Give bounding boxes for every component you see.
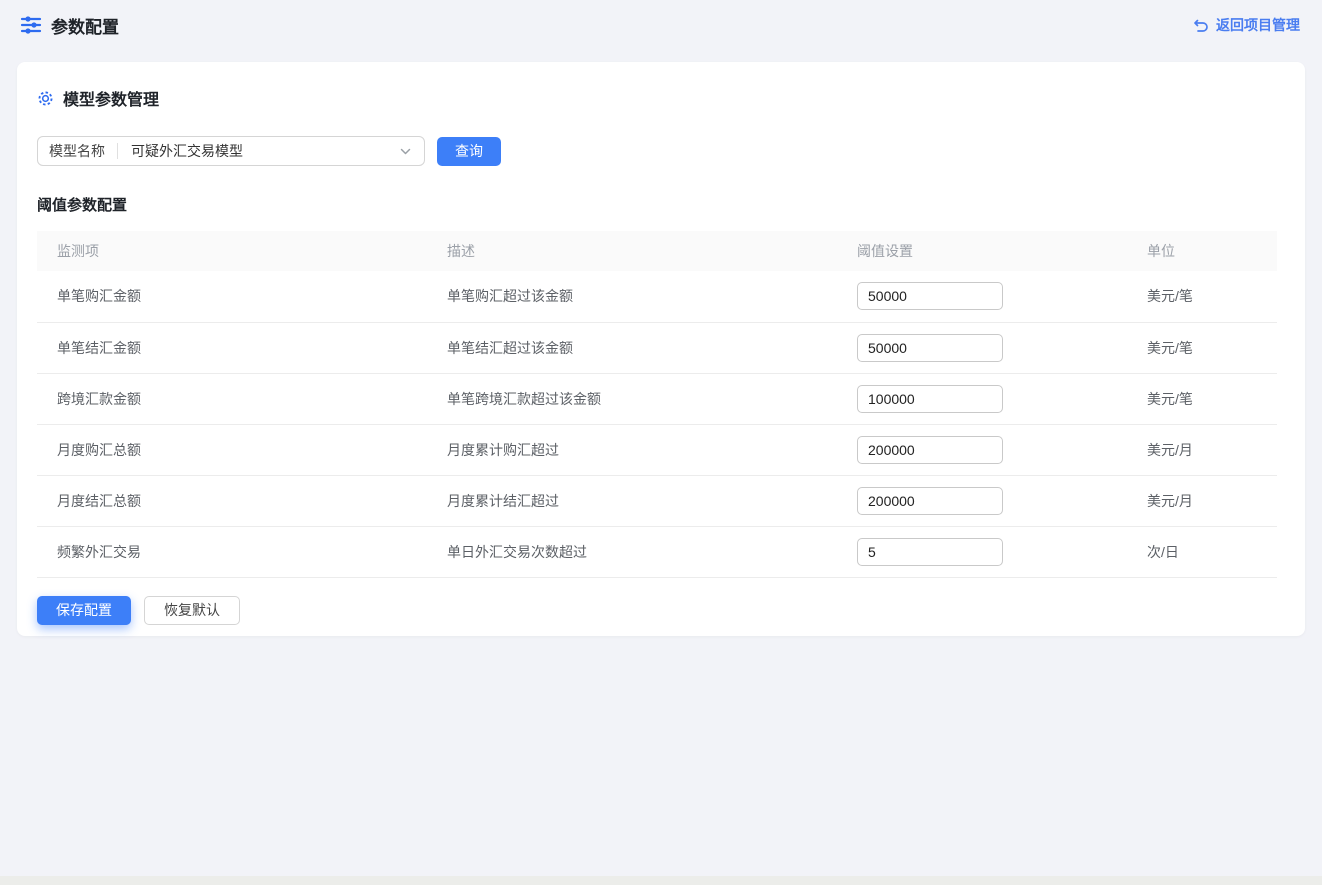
model-name-select[interactable]: 模型名称 可疑外汇交易模型 [37,136,425,166]
description-cell: 单日外汇交易次数超过 [427,526,837,577]
unit-cell: 美元/月 [1127,475,1277,526]
table-row: 月度结汇总额 月度累计结汇超过 美元/月 [37,475,1277,526]
unit-cell: 美元/月 [1127,424,1277,475]
description-cell: 单笔结汇超过该金额 [427,322,837,373]
monitor-item-cell: 频繁外汇交易 [37,526,427,577]
threshold-input[interactable] [857,385,1003,413]
description-cell: 单笔跨境汇款超过该金额 [427,373,837,424]
table-row: 月度购汇总额 月度累计购汇超过 美元/月 [37,424,1277,475]
column-header-threshold: 阈值设置 [837,231,1127,271]
threshold-input[interactable] [857,538,1003,566]
unit-cell: 次/日 [1127,526,1277,577]
threshold-input[interactable] [857,436,1003,464]
description-cell: 月度累计购汇超过 [427,424,837,475]
unit-cell: 美元/笔 [1127,322,1277,373]
back-to-project-link[interactable]: 返回项目管理 [1193,15,1300,35]
gear-icon [37,90,54,107]
return-arrow-icon [1193,17,1209,33]
page-title: 参数配置 [51,13,119,38]
threshold-input[interactable] [857,282,1003,310]
table-row: 跨境汇款金额 单笔跨境汇款超过该金额 美元/笔 [37,373,1277,424]
monitor-item-cell: 跨境汇款金额 [37,373,427,424]
monitor-item-cell: 月度结汇总额 [37,475,427,526]
restore-default-button[interactable]: 恢复默认 [144,596,240,625]
section-title: 模型参数管理 [63,86,159,110]
description-cell: 单笔购汇超过该金额 [427,271,837,322]
table-header-row: 监测项 描述 阈值设置 单位 [37,231,1277,271]
table-row: 单笔结汇金额 单笔结汇超过该金额 美元/笔 [37,322,1277,373]
monitor-item-cell: 单笔购汇金额 [37,271,427,322]
model-parameter-card: 模型参数管理 模型名称 可疑外汇交易模型 查询 阈值参数配置 监测项 [17,62,1305,636]
monitor-item-cell: 单笔结汇金额 [37,322,427,373]
description-cell: 月度累计结汇超过 [427,475,837,526]
threshold-section-title: 阈值参数配置 [37,194,1285,215]
column-header-unit: 单位 [1127,231,1277,271]
unit-cell: 美元/笔 [1127,373,1277,424]
unit-cell: 美元/笔 [1127,271,1277,322]
model-select-value: 可疑外汇交易模型 [118,141,399,161]
monitor-item-cell: 月度购汇总额 [37,424,427,475]
threshold-input[interactable] [857,334,1003,362]
table-row: 频繁外汇交易 单日外汇交易次数超过 次/日 [37,526,1277,577]
table-row: 单笔购汇金额 单笔购汇超过该金额 美元/笔 [37,271,1277,322]
threshold-table: 监测项 描述 阈值设置 单位 单笔购汇金额 单笔购汇超过该金额 美元/笔 单笔结… [37,231,1277,578]
sliders-icon [20,14,42,36]
threshold-input[interactable] [857,487,1003,515]
page-header: 参数配置 返回项目管理 [0,0,1322,50]
model-select-label: 模型名称 [38,141,117,161]
save-config-button[interactable]: 保存配置 [37,596,131,625]
chevron-down-icon [399,145,412,158]
column-header-description: 描述 [427,231,837,271]
controls-row: 模型名称 可疑外汇交易模型 查询 [37,136,1285,166]
column-header-item: 监测项 [37,231,427,271]
query-button[interactable]: 查询 [437,137,501,166]
section-header: 模型参数管理 [37,86,1285,110]
page: 参数配置 返回项目管理 模型参数管理 模型名称 [0,0,1322,885]
bottom-edge-strip [0,876,1322,885]
back-link-label: 返回项目管理 [1216,15,1300,35]
page-header-left: 参数配置 [20,13,119,38]
actions-row: 保存配置 恢复默认 [37,596,1285,625]
